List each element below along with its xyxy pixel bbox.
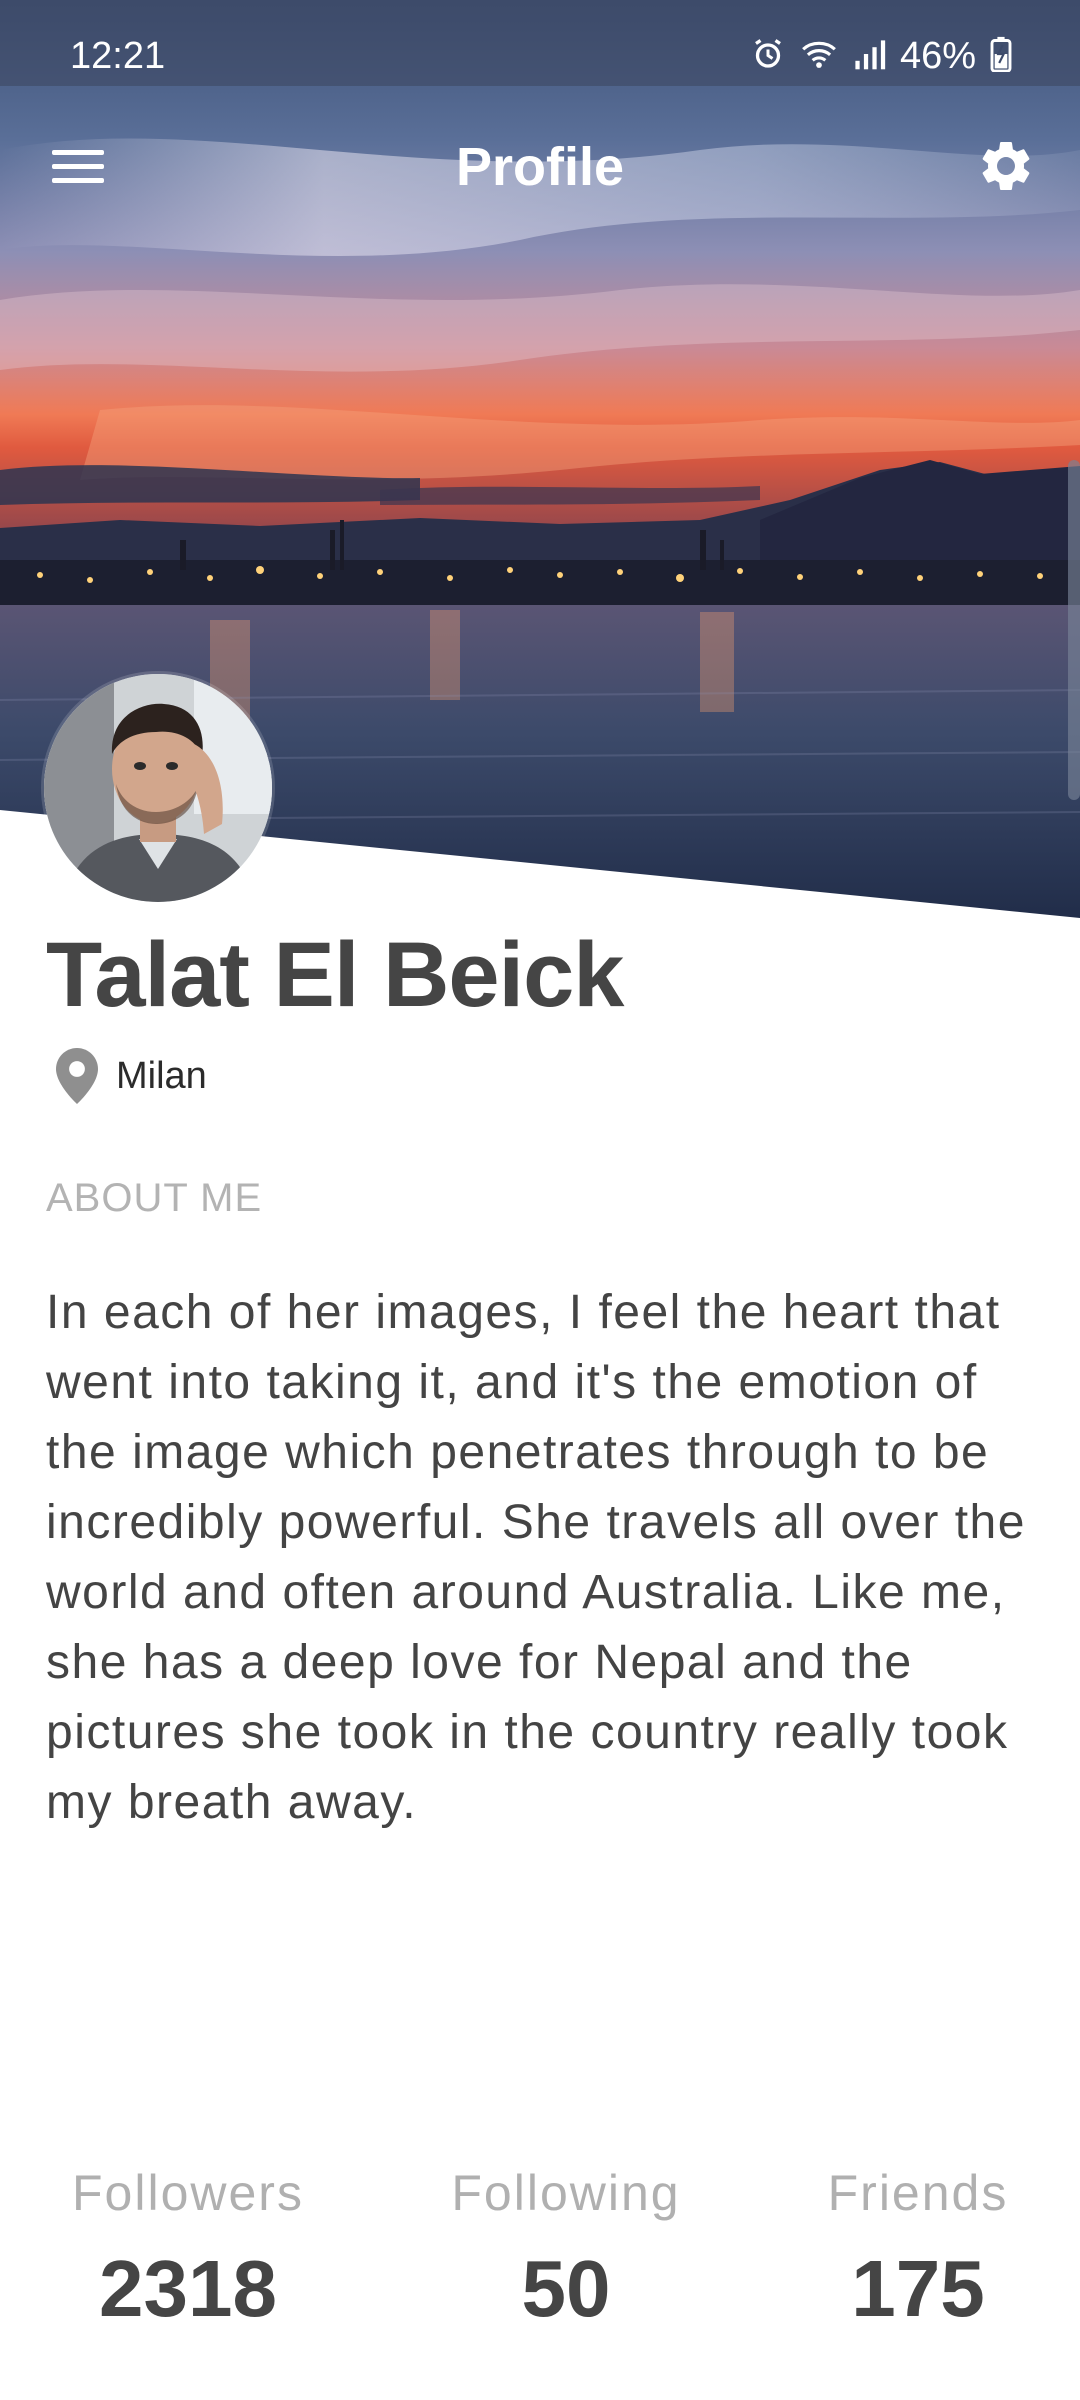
battery-percentage: 46% [899,35,976,77]
profile-screen: 12:21 46% Profile Talat El Beick Milan A… [0,0,1080,2400]
wifi-icon [800,37,838,76]
status-bar: 12:21 46% [0,0,1080,86]
stat-followers[interactable]: Followers 2318 [28,2158,348,2344]
location-pin-icon [56,1048,98,1104]
stat-value: 175 [851,2244,985,2333]
stats-row: Followers 2318 Following 50 Friends 175 [0,2158,1080,2358]
battery-icon [990,36,1012,77]
settings-button[interactable] [968,128,1044,204]
avatar[interactable] [44,674,272,902]
status-icons: 46% [750,34,1012,78]
stat-label: Friends [827,2165,1009,2221]
scrollbar-thumb[interactable] [1068,460,1080,800]
stat-friends[interactable]: Friends 175 [758,2158,1078,2344]
gear-icon [982,142,1030,190]
location: Milan [56,1044,207,1108]
about-text: In each of her images, I feel the heart … [46,1286,1026,1829]
about-heading: ABOUT ME [46,1176,263,1220]
avatar-photo [44,674,272,902]
stat-label: Following [451,2165,681,2221]
signal-icon [852,37,886,76]
stat-value: 2318 [99,2244,277,2333]
location-label: Milan [116,1054,207,1097]
stat-following[interactable]: Following 50 [406,2158,726,2344]
stat-value: 50 [521,2244,611,2333]
stat-label: Followers [72,2165,304,2221]
alarm-icon [750,36,786,77]
profile-name: Talat El Beick [46,924,624,1026]
status-time: 12:21 [70,35,166,77]
app-bar: Profile [0,86,1080,246]
page-title: Profile [455,137,625,197]
